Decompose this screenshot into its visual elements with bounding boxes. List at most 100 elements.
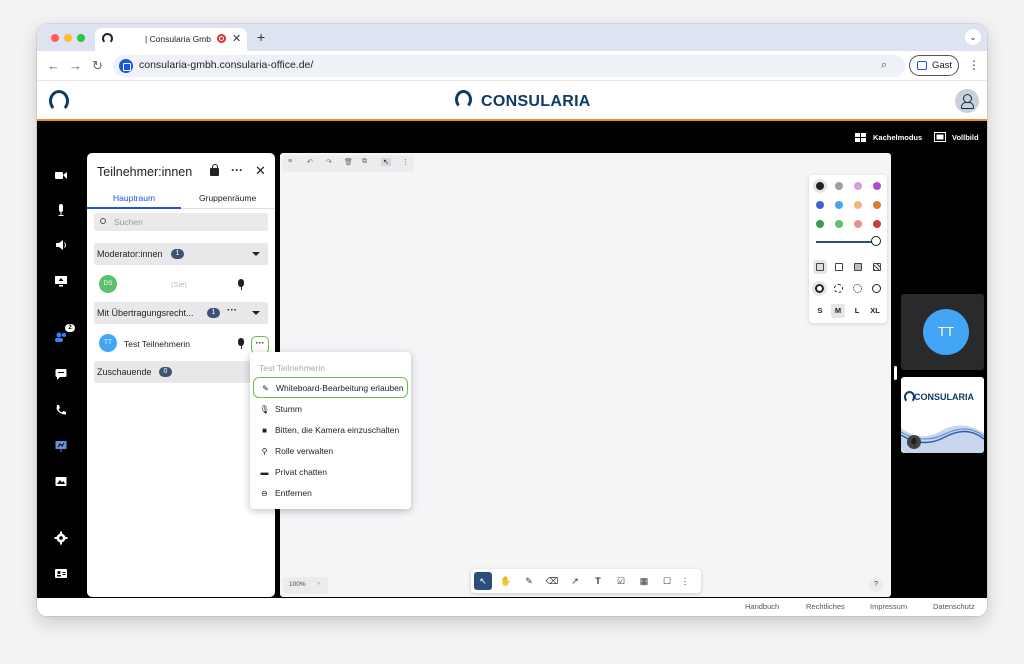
microphone-icon[interactable] (907, 435, 921, 449)
tile-mode-button[interactable]: Kachelmodus (873, 133, 922, 142)
close-tab-icon[interactable]: ✕ (232, 32, 241, 45)
undo-icon[interactable]: ↶ (307, 158, 313, 166)
menu-item-ask-camera[interactable]: ■ Bitten, die Kamera einzuschalten (253, 420, 408, 441)
hand-icon[interactable]: ✋ (497, 572, 515, 590)
stroke-draw-icon[interactable] (815, 284, 824, 293)
footer-link-manual[interactable]: Handbuch (745, 602, 779, 611)
fill-pattern-icon[interactable] (873, 263, 881, 271)
stroke-dashed-icon[interactable] (834, 284, 843, 293)
user-settings-icon[interactable] (54, 566, 68, 580)
more-icon[interactable]: ⋮ (402, 158, 409, 166)
whiteboard-icon[interactable] (54, 439, 68, 453)
help-button[interactable]: ? (869, 578, 883, 592)
fill-none-icon[interactable] (816, 263, 824, 271)
color-swatch[interactable] (854, 182, 862, 190)
speaker-icon[interactable] (54, 238, 68, 252)
camera-icon[interactable] (54, 168, 68, 182)
maximize-window-dot[interactable] (77, 34, 85, 42)
size-s-button[interactable]: S (813, 304, 827, 318)
consularia-logo-icon[interactable] (49, 90, 69, 112)
tab-search-button[interactable]: ⌄ (965, 29, 981, 45)
chat-icon[interactable] (54, 367, 68, 381)
zoom-expand-icon[interactable]: » (317, 580, 321, 587)
screen-share-icon[interactable] (54, 274, 68, 288)
microphone-icon[interactable] (238, 279, 244, 290)
forward-icon[interactable]: → (69, 58, 82, 73)
files-icon[interactable] (54, 474, 68, 488)
note-icon[interactable]: ☑ (612, 572, 630, 590)
color-swatch[interactable] (816, 201, 824, 209)
lock-icon[interactable] (210, 164, 219, 176)
select-icon[interactable]: ↖ (474, 572, 492, 590)
eraser-icon[interactable]: ⌫ (543, 572, 561, 590)
fullscreen-icon[interactable] (934, 132, 946, 142)
chevron-down-icon[interactable] (252, 252, 260, 256)
pen-icon[interactable]: ✎ (520, 572, 538, 590)
microphone-icon[interactable] (238, 338, 244, 349)
arrow-icon[interactable]: ↗ (566, 572, 584, 590)
fill-solid-icon[interactable] (854, 263, 862, 271)
rectangle-icon[interactable]: ☐ (658, 572, 676, 590)
viewers-section[interactable]: Zuschauende 0 (94, 361, 268, 383)
opacity-slider[interactable] (816, 241, 876, 243)
browser-menu-icon[interactable]: ⋮ (968, 58, 980, 72)
microphone-icon[interactable] (54, 203, 68, 217)
tile-mode-icon[interactable] (855, 133, 866, 142)
close-window-dot[interactable] (51, 34, 59, 42)
guest-profile-button[interactable]: Gast (909, 55, 959, 76)
back-icon[interactable]: ← (47, 58, 60, 73)
image-icon[interactable]: ▦ (635, 572, 653, 590)
chevron-down-icon[interactable] (252, 311, 260, 315)
color-swatch[interactable] (835, 220, 843, 228)
site-info-icon[interactable] (119, 59, 133, 73)
color-swatch[interactable] (873, 182, 881, 190)
panel-close-icon[interactable]: ✕ (255, 163, 266, 179)
user-menu-button[interactable] (955, 89, 979, 113)
phone-icon[interactable] (54, 403, 68, 417)
delete-icon[interactable]: 🗑 (344, 158, 353, 166)
browser-tab[interactable]: | Consularia Gmbh ✕ (95, 28, 247, 51)
stroke-dotted-icon[interactable] (853, 284, 862, 293)
fullscreen-button[interactable]: Vollbild (952, 133, 979, 142)
menu-item-manage-role[interactable]: ⚲ Rolle verwalten (253, 441, 408, 462)
zoom-icon[interactable]: ⌕ (881, 59, 887, 72)
settings-icon[interactable] (54, 531, 68, 545)
color-swatch[interactable] (873, 220, 881, 228)
stroke-solid-icon[interactable] (872, 284, 881, 293)
size-l-button[interactable]: L (850, 304, 864, 318)
tab-main-room[interactable]: Hauptraum (113, 193, 155, 203)
broadcasters-section[interactable]: Mit Übertragungsrecht... 1 ··· (94, 302, 268, 324)
url-field[interactable]: consularia-gmbh.consularia-office.de/ ⌕ (113, 55, 905, 77)
size-xl-button[interactable]: XL (868, 304, 882, 318)
size-m-button[interactable]: M (831, 304, 845, 318)
fill-semi-icon[interactable] (835, 263, 843, 271)
search-input[interactable] (114, 215, 264, 229)
menu-item-mute[interactable]: 🎙 Stumm (253, 399, 408, 420)
zoom-level[interactable]: 100% (289, 581, 306, 588)
menu-icon[interactable]: ≡ (288, 158, 292, 165)
tab-breakout-rooms[interactable]: Gruppenräume (199, 193, 256, 203)
color-swatch[interactable] (854, 220, 862, 228)
color-swatch[interactable] (873, 201, 881, 209)
color-swatch[interactable] (835, 182, 843, 190)
footer-link-privacy[interactable]: Datenschutz (933, 602, 975, 611)
new-tab-button[interactable]: + (257, 29, 265, 45)
laser-icon[interactable]: ↖ (381, 158, 391, 166)
menu-item-remove[interactable]: ⊖ Entfernen (253, 483, 408, 504)
footer-link-imprint[interactable]: Impressum (870, 602, 907, 611)
color-swatch[interactable] (816, 220, 824, 228)
footer-link-legal[interactable]: Rechtliches (806, 602, 845, 611)
panel-more-icon[interactable]: ··· (231, 163, 243, 177)
video-tile-self[interactable]: CONSULARIA (901, 377, 984, 453)
reload-icon[interactable]: ↻ (92, 58, 103, 74)
text-icon[interactable]: T (589, 572, 607, 590)
redo-icon[interactable]: ↷ (326, 158, 332, 166)
resize-handle[interactable] (894, 366, 897, 380)
section-more-icon[interactable]: ··· (227, 305, 237, 316)
minimize-window-dot[interactable] (64, 34, 72, 42)
color-swatch[interactable] (816, 182, 824, 190)
color-swatch[interactable] (854, 201, 862, 209)
duplicate-icon[interactable]: ⧉ (362, 158, 367, 166)
video-tile-remote[interactable]: TT (901, 294, 984, 370)
moderators-section[interactable]: Moderator:innen 1 (94, 243, 268, 265)
